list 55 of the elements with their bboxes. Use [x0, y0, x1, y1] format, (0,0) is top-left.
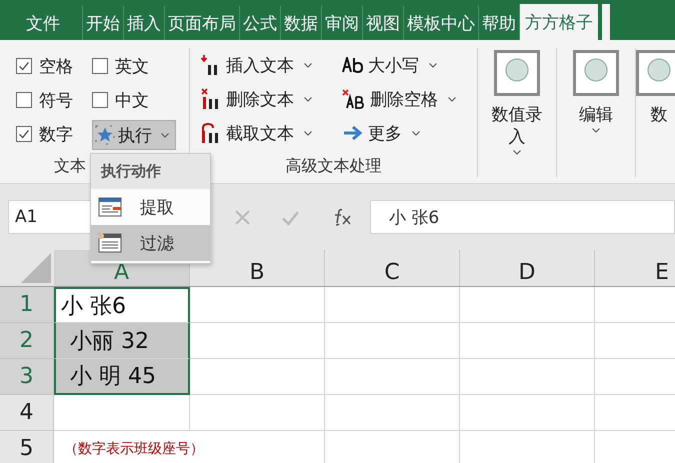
row-header[interactable]: 4 — [0, 395, 54, 431]
arrow-right-icon — [342, 125, 364, 141]
table-cell: 小 明 45 — [54, 359, 190, 395]
caret-icon — [304, 96, 312, 102]
ribbon-large-button[interactable]: 数值录入 — [480, 48, 553, 156]
menu-item[interactable]: 过滤 — [91, 225, 210, 261]
checkbox[interactable] — [16, 126, 32, 142]
checkbox-option[interactable]: 符号 — [16, 86, 92, 114]
menu-title: 执行动作 — [91, 154, 210, 189]
table-cell: 小丽 32 — [54, 323, 190, 359]
caret-icon — [512, 150, 521, 156]
caret-icon — [161, 132, 169, 138]
list-icon — [98, 197, 122, 217]
ribbon-tab[interactable]: 方方格子 — [519, 4, 598, 40]
checkbox[interactable] — [92, 92, 108, 108]
button-label: 数值录入 — [490, 104, 544, 148]
caret-icon — [412, 130, 420, 136]
row-header[interactable]: 1 — [0, 287, 54, 323]
caret-icon — [429, 62, 438, 68]
ribbon-large-button[interactable]: 编辑 — [560, 48, 632, 134]
table-cell: （数字表示班级座号） — [54, 431, 325, 463]
command-button[interactable]: 删除文本 — [200, 82, 342, 116]
ribbon-large-button[interactable]: 数 — [636, 48, 675, 126]
command-button[interactable]: 插入文本 — [200, 48, 342, 82]
formula-input[interactable]: 小 张6 — [370, 200, 675, 234]
column-header[interactable]: D — [460, 250, 595, 286]
column-header[interactable]: C — [325, 250, 460, 286]
caret-icon — [448, 96, 456, 102]
row-header[interactable]: 3 — [0, 359, 54, 395]
checkbox-option[interactable]: 空格 — [16, 52, 92, 80]
group-label: 高级文本处理 — [286, 155, 382, 177]
command-button[interactable]: 删除空格 — [342, 82, 477, 116]
caret-icon — [304, 130, 312, 136]
list-icon — [98, 233, 122, 253]
row-header[interactable]: 5 — [0, 431, 54, 463]
group-label: 文本 — [54, 155, 86, 177]
checkbox[interactable] — [92, 58, 108, 74]
checkbox-option[interactable]: 英文 — [92, 52, 190, 80]
button-label: 编辑 — [578, 104, 613, 126]
checkbox[interactable] — [16, 58, 32, 74]
checkbox-option[interactable]: 中文 — [92, 86, 190, 114]
checkbox-option[interactable]: 数字 — [16, 120, 92, 148]
ribbon-tab[interactable]: 文件 — [0, 6, 82, 40]
execute-button[interactable]: 执行 — [92, 120, 176, 150]
case-icon — [342, 57, 364, 73]
trim-space-icon — [342, 89, 366, 109]
column-header[interactable]: E — [595, 250, 675, 286]
checkbox[interactable] — [16, 92, 32, 108]
command-button[interactable]: 大小写 — [342, 48, 477, 82]
command-button[interactable]: 更多 — [342, 116, 477, 150]
command-button[interactable]: 截取文本 — [200, 116, 342, 150]
button-label: 数 — [650, 104, 668, 126]
caret-icon — [304, 62, 312, 68]
caret-icon — [592, 128, 600, 134]
row-header[interactable]: 2 — [0, 323, 54, 359]
